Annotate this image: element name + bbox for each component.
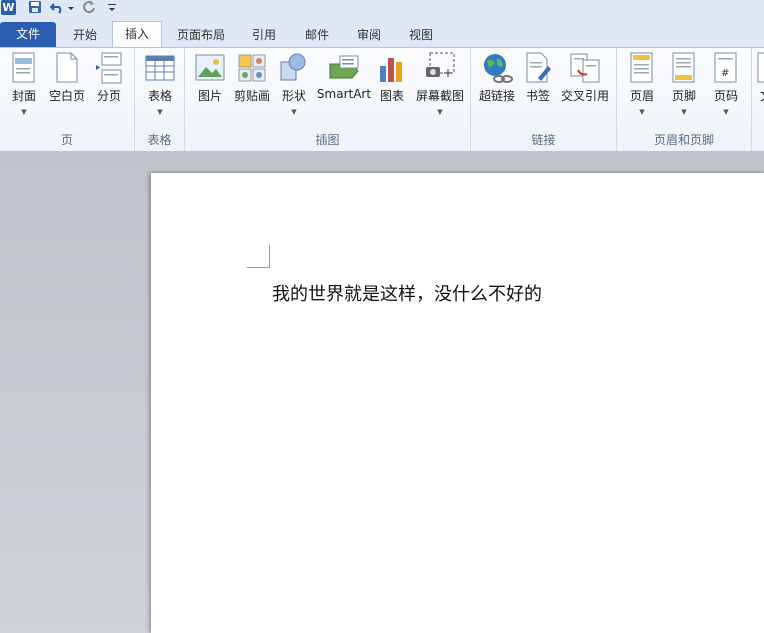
group-pages-label: 页	[60, 133, 73, 147]
screenshot-label: 屏幕截图	[415, 89, 464, 103]
group-pages: 封面 ▼ 空白页 分页 页	[0, 48, 135, 151]
header-button[interactable]: 页眉 ▼	[623, 52, 661, 116]
hyperlink-button[interactable]: 超链接	[475, 52, 519, 104]
tab-view[interactable]: 视图	[398, 23, 444, 47]
chart-icon	[380, 58, 402, 82]
tab-review[interactable]: 审阅	[346, 23, 392, 47]
textbox-button[interactable]: 文	[756, 52, 764, 104]
tab-page-layout[interactable]: 页面布局	[170, 23, 232, 47]
cover-page-icon	[12, 52, 35, 83]
undo-dropdown-icon[interactable]	[68, 0, 74, 15]
header-label: 页眉	[629, 89, 654, 103]
chart-label: 图表	[379, 89, 404, 103]
group-links: 超链接 书签 交叉引用 链接	[471, 48, 617, 151]
textbox-icon	[757, 52, 764, 83]
blank-page-label: 空白页	[48, 89, 85, 103]
page-number-icon: #	[714, 52, 737, 83]
tab-home[interactable]: 开始	[60, 23, 110, 47]
group-illustrations-label: 插图	[315, 133, 340, 147]
ribbon-insert: 封面 ▼ 空白页 分页 页 表格 ▼ 表格 图片 剪贴画 形状 ▼ SmartA…	[0, 47, 764, 152]
bookmark-button[interactable]: 书签	[523, 52, 553, 104]
cover-page-button[interactable]: 封面 ▼	[4, 52, 44, 116]
chevron-down-icon: ▼	[681, 108, 687, 116]
group-header-footer-label: 页眉和页脚	[653, 133, 714, 147]
baidu-watermark: Baidu经验 jingyan.baidu.com	[586, 548, 756, 628]
chevron-down-icon: ▼	[291, 108, 297, 116]
undo-icon[interactable]	[50, 0, 66, 15]
group-links-label: 链接	[531, 133, 556, 147]
hyperlink-label: 超链接	[478, 89, 515, 103]
textbox-label: 文	[756, 87, 764, 104]
table-button[interactable]: 表格 ▼	[140, 52, 180, 116]
blank-page-icon	[56, 52, 78, 83]
ribbon-tabs: 文件 开始 插入 页面布局 引用 邮件 审阅 视图	[0, 17, 764, 48]
watermark-url: jingyan.baidu.com	[586, 598, 697, 612]
group-tables: 表格 ▼ 表格	[135, 48, 185, 151]
shapes-button[interactable]: 形状 ▼	[277, 52, 311, 116]
shapes-label: 形状	[281, 89, 306, 103]
blank-page-button[interactable]: 空白页	[46, 52, 88, 104]
tab-file[interactable]: 文件	[0, 22, 56, 47]
chevron-down-icon: ▼	[437, 108, 443, 116]
screenshot-icon	[426, 52, 455, 77]
cross-reference-button[interactable]: 交叉引用	[557, 52, 613, 104]
group-illustrations: 图片 剪贴画 形状 ▼ SmartArt 图表 屏幕截图 ▼ 插图	[185, 48, 471, 151]
clipart-icon	[238, 54, 266, 82]
chevron-down-icon: ▼	[157, 108, 163, 116]
bookmark-label: 书签	[525, 89, 550, 103]
smartart-button[interactable]: SmartArt	[316, 52, 372, 101]
tab-references[interactable]: 引用	[242, 23, 286, 47]
page-break-label: 分页	[96, 89, 121, 103]
redo-icon[interactable]	[82, 0, 96, 15]
chart-button[interactable]: 图表	[375, 52, 409, 104]
clipart-label: 剪贴画	[233, 89, 270, 103]
svg-text:#: #	[721, 68, 729, 79]
group-text-partial: 文	[752, 48, 764, 151]
cover-page-label: 封面	[11, 89, 36, 103]
header-icon	[630, 52, 653, 83]
group-header-footer: 页眉 ▼ 页脚 ▼ # 页码 ▼ 页眉和页脚	[617, 48, 752, 151]
chevron-down-icon: ▼	[639, 108, 645, 116]
page-break-icon	[96, 52, 122, 84]
cross-reference-icon	[570, 53, 600, 83]
picture-icon	[195, 54, 225, 81]
hyperlink-icon	[484, 54, 513, 83]
page-break-button[interactable]: 分页	[90, 52, 128, 104]
smartart-label: SmartArt	[316, 87, 372, 101]
footer-button[interactable]: 页脚 ▼	[665, 52, 703, 116]
screenshot-button[interactable]: 屏幕截图 ▼	[413, 52, 467, 116]
group-tables-label: 表格	[147, 133, 172, 147]
page-number-button[interactable]: # 页码 ▼	[707, 52, 745, 116]
smartart-icon	[329, 55, 359, 79]
page-number-label: 页码	[713, 89, 738, 103]
shapes-icon	[280, 53, 306, 81]
picture-label: 图片	[197, 89, 222, 103]
chevron-down-icon: ▼	[21, 108, 27, 116]
cross-reference-label: 交叉引用	[560, 89, 609, 103]
picture-button[interactable]: 图片	[193, 52, 227, 104]
bookmark-icon	[526, 52, 551, 83]
save-icon[interactable]	[28, 0, 42, 15]
quick-access-toolbar: W	[0, 0, 764, 17]
chevron-down-icon: ▼	[723, 108, 729, 116]
footer-label: 页脚	[671, 89, 696, 103]
footer-icon	[672, 52, 695, 83]
word-app-icon[interactable]: W	[1, 0, 16, 15]
tab-insert[interactable]: 插入	[112, 21, 162, 48]
table-icon	[145, 55, 175, 81]
tab-mailings[interactable]: 邮件	[294, 23, 340, 47]
document-text[interactable]: 我的世界就是这样，没什么不好的	[272, 280, 542, 306]
clipart-button[interactable]: 剪贴画	[232, 52, 272, 104]
table-label: 表格	[147, 89, 172, 103]
margin-corner-mark	[247, 245, 270, 268]
customize-qat-icon[interactable]	[107, 0, 117, 15]
